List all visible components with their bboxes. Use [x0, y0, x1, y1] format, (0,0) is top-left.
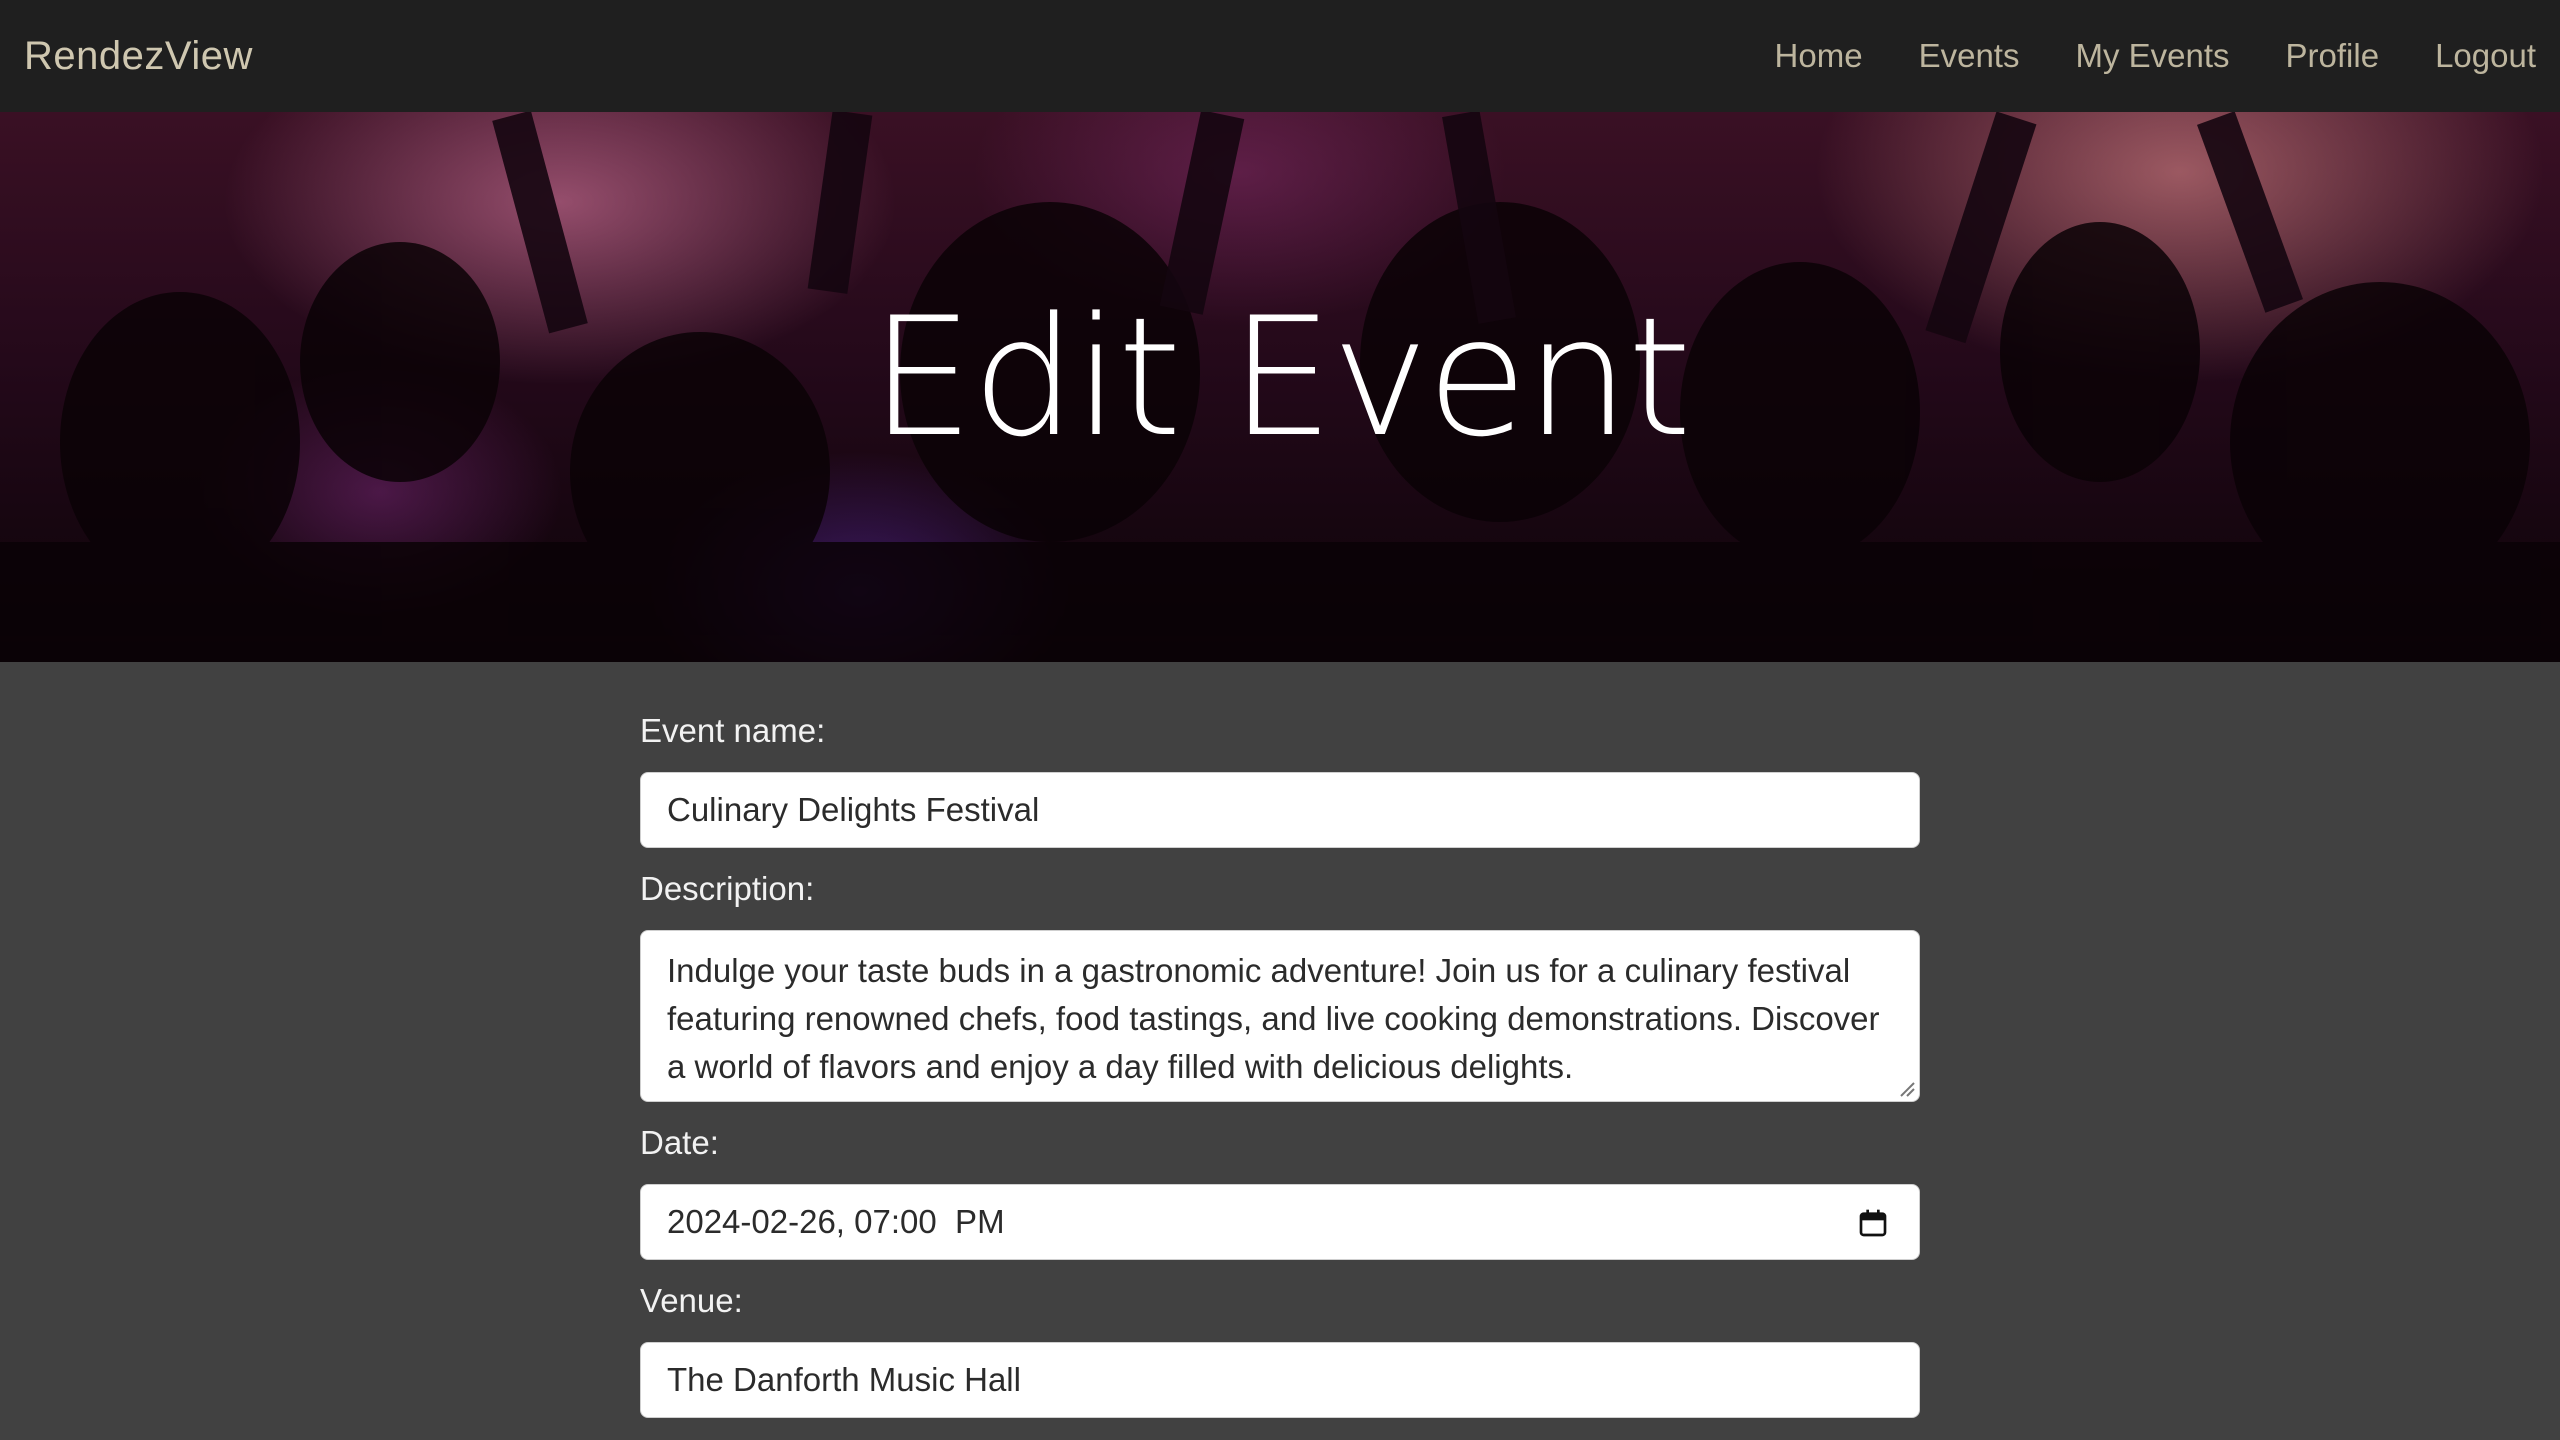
- hero-banner: Edit Event: [0, 112, 2560, 662]
- nav-link-profile[interactable]: Profile: [2286, 37, 2380, 75]
- top-navbar: RendezView Home Events My Events Profile…: [0, 0, 2560, 112]
- date-label: Date:: [640, 1124, 719, 1161]
- nav-link-events[interactable]: Events: [1919, 37, 2020, 75]
- description-label: Description:: [640, 870, 815, 907]
- description-textarea[interactable]: Indulge your taste buds in a gastronomic…: [640, 930, 1920, 1102]
- nav-link-home[interactable]: Home: [1775, 37, 1863, 75]
- calendar-icon[interactable]: [1857, 1207, 1889, 1239]
- date-value: 2024-02-26, 07:00 PM: [667, 1203, 1005, 1240]
- nav-link-logout[interactable]: Logout: [2435, 37, 2536, 75]
- event-name-label: Event name:: [640, 712, 826, 749]
- nav-link-my-events[interactable]: My Events: [2075, 37, 2229, 75]
- venue-input[interactable]: The Danforth Music Hall: [640, 1342, 1920, 1418]
- resize-handle-icon[interactable]: [1897, 1079, 1915, 1097]
- venue-value: The Danforth Music Hall: [667, 1361, 1021, 1398]
- date-input[interactable]: 2024-02-26, 07:00 PM: [640, 1184, 1920, 1260]
- event-name-value: Culinary Delights Festival: [667, 791, 1040, 828]
- page-title: Edit Event: [870, 282, 1692, 473]
- description-value: Indulge your taste buds in a gastronomic…: [667, 952, 1880, 1085]
- brand-logo-link[interactable]: RendezView: [24, 34, 253, 79]
- venue-label: Venue:: [640, 1282, 743, 1319]
- event-name-input[interactable]: Culinary Delights Festival: [640, 772, 1920, 848]
- edit-event-form: Event name: Culinary Delights Festival D…: [640, 662, 1920, 1440]
- nav-links: Home Events My Events Profile Logout: [1719, 37, 2536, 75]
